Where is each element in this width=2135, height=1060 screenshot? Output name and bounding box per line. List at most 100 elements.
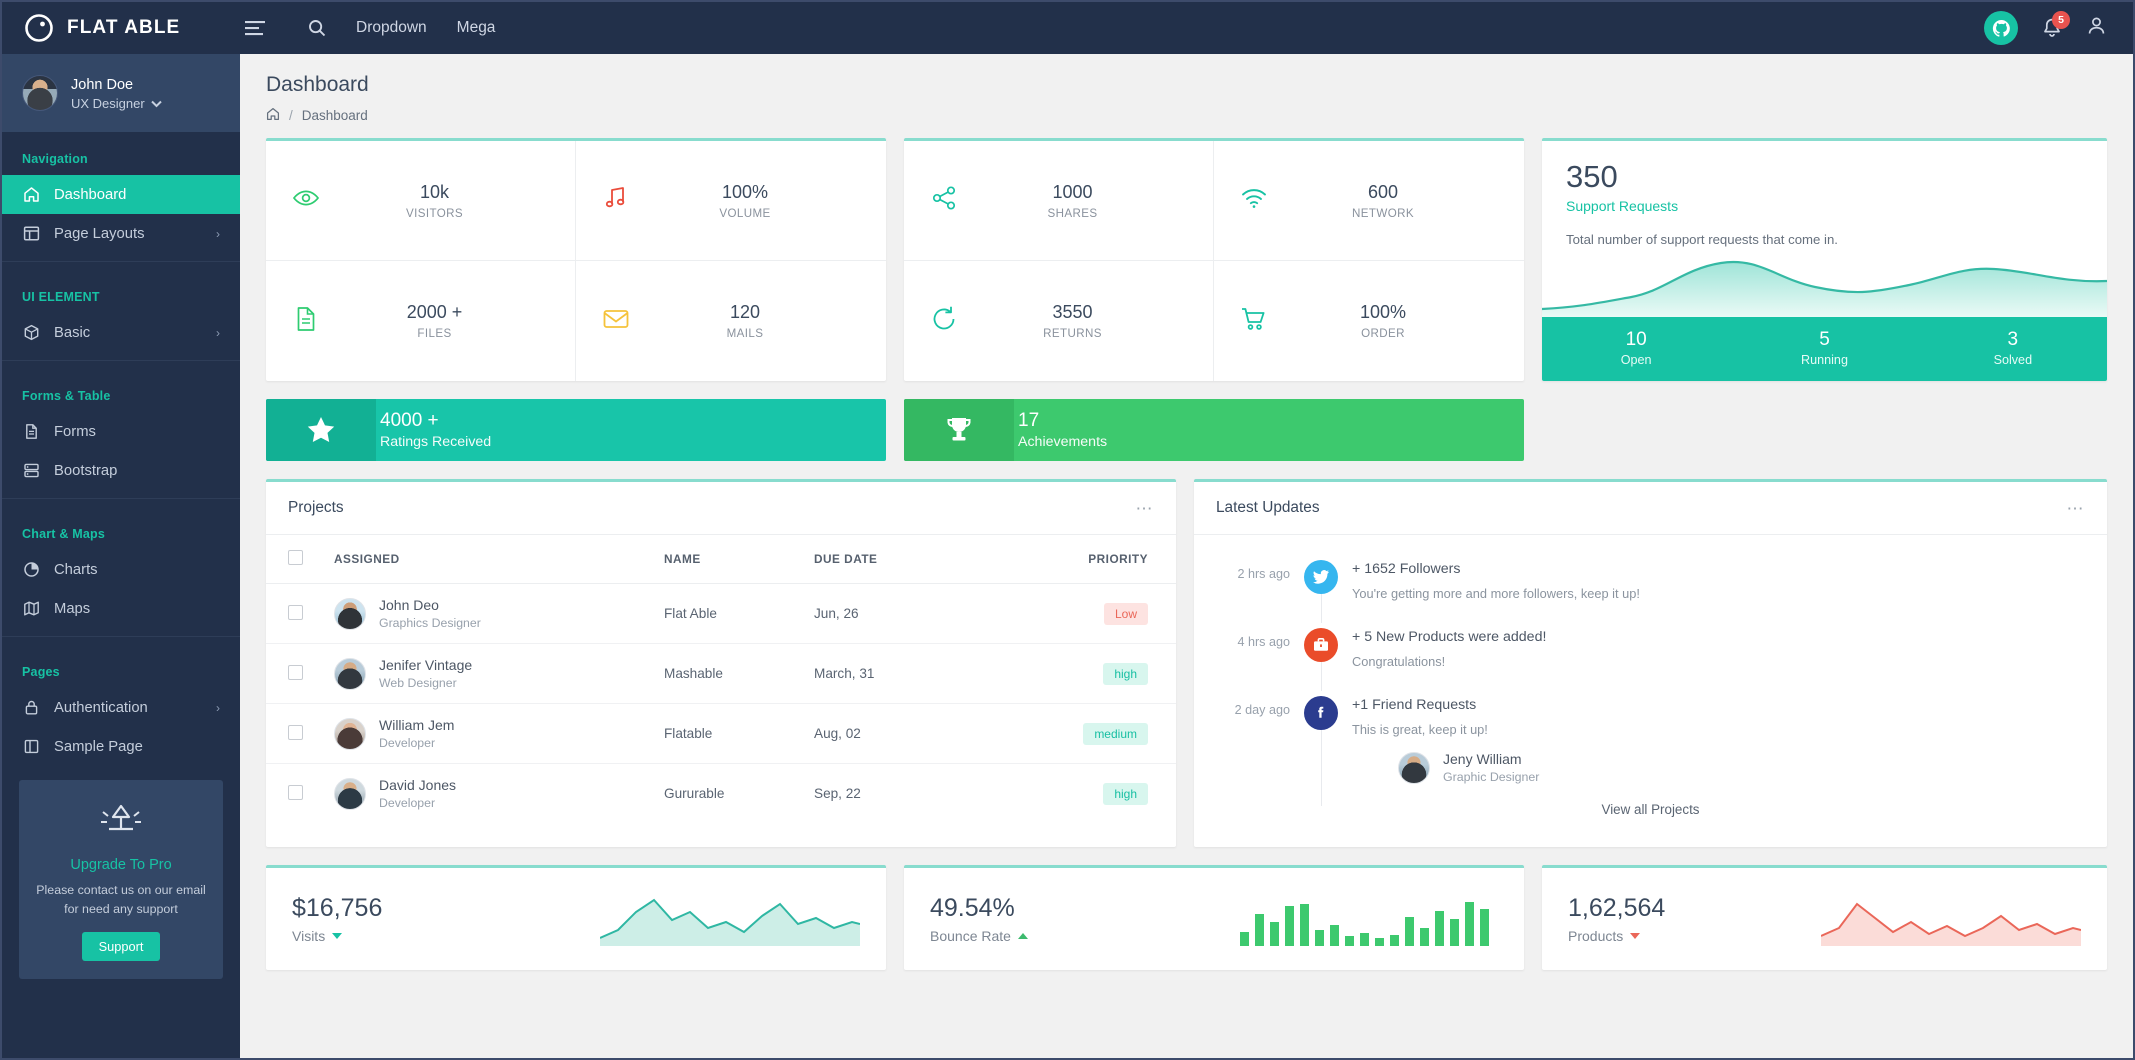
sidebar-item-bootstrap[interactable]: Bootstrap xyxy=(2,451,240,490)
nav-caption-chart-maps: Chart & Maps xyxy=(22,527,105,541)
sidebar-item-maps[interactable]: Maps xyxy=(2,589,240,628)
breadcrumb: / Dashboard xyxy=(266,107,2107,124)
visits-label-row: Visits xyxy=(292,928,382,944)
sidebar-user-profile[interactable]: John Doe UX Designer xyxy=(2,54,240,132)
mail-icon xyxy=(602,305,630,338)
trend-down-icon xyxy=(1630,933,1641,940)
notifications-bell-icon[interactable]: 5 xyxy=(2042,10,2070,39)
stat-order: 100% ORDER xyxy=(1214,261,1524,381)
list-item[interactable]: 2 hrs ago + 1652 Followers You're gettin… xyxy=(1216,555,2085,624)
updates-list: 2 hrs ago + 1652 Followers You're gettin… xyxy=(1194,535,2107,847)
support-top: 350 Support Requests Total number of sup… xyxy=(1542,141,2107,247)
list-item[interactable]: 2 day ago +1 Friend Requests This is gre… xyxy=(1216,691,2085,807)
achievements-banner-body: 17 Achievements xyxy=(1014,399,1524,461)
sidebar-item-basic[interactable]: Basic › xyxy=(2,313,240,352)
cart-icon xyxy=(1240,305,1268,338)
projects-table: ASSIGNED NAME DUE DATE PRIORITY John Deo… xyxy=(266,535,1176,823)
top-menu-dropdown[interactable]: Dropdown xyxy=(356,19,427,37)
banner-label: Achievements xyxy=(1018,434,1108,451)
table-row[interactable]: John Deo Graphics Designer Flat Able Jun… xyxy=(266,583,1176,645)
sidebar-item-label: Sample Page xyxy=(54,738,143,755)
bounce-label: Bounce Rate xyxy=(930,928,1011,945)
status-badge: high xyxy=(1103,662,1148,685)
row-select-cell xyxy=(266,643,324,705)
trend-down-icon xyxy=(332,933,343,940)
avatar xyxy=(334,717,366,750)
person-name: Jeny William xyxy=(1443,751,1522,768)
products-value: 1,62,564 xyxy=(1568,894,1666,923)
nav-caption-ui-element: UI ELEMENT xyxy=(22,290,100,304)
file-icon xyxy=(22,423,40,440)
stat-label: RETURNS xyxy=(1043,327,1102,341)
sidebar-item-label: Forms xyxy=(54,423,96,440)
view-all-projects-link[interactable]: View all Projects xyxy=(1216,788,2085,837)
table-row[interactable]: William Jem Developer Flatable Aug, 02 m… xyxy=(266,703,1176,765)
update-title: + 1652 Followers xyxy=(1352,561,1461,578)
update-subtitle: This is great, keep it up! xyxy=(1352,722,1488,738)
github-icon[interactable] xyxy=(1984,11,2018,45)
due-date-cell: March, 31 xyxy=(804,643,984,705)
row-checkbox[interactable] xyxy=(288,664,303,680)
status-badge: high xyxy=(1103,782,1148,805)
ratings-banner: 4000 + Ratings Received xyxy=(266,399,886,462)
column-assigned: ASSIGNED xyxy=(324,535,654,585)
file-icon xyxy=(292,305,320,338)
sidebar-item-page-layouts[interactable]: Page Layouts › xyxy=(2,214,240,253)
visits-label: Visits xyxy=(292,928,326,945)
eye-icon xyxy=(292,184,320,217)
map-icon xyxy=(22,600,40,617)
support-requests-chart xyxy=(1542,253,2107,318)
music-icon xyxy=(602,184,630,217)
table-row[interactable]: David Jones Developer Gururable Sep, 22 … xyxy=(266,764,1176,824)
sidebar-item-forms[interactable]: Forms xyxy=(2,412,240,451)
projects-more-options-icon[interactable]: ⋯ xyxy=(1136,500,1155,517)
update-text: +1 Friend Requests This is great, keep i… xyxy=(1352,691,2085,784)
banner-value: 17 xyxy=(1018,410,1040,432)
support-stat-label: Solved xyxy=(1993,353,2033,368)
row-checkbox[interactable] xyxy=(288,604,303,620)
sidebar-item-authentication[interactable]: Authentication › xyxy=(2,688,240,727)
row-checkbox[interactable] xyxy=(288,784,303,800)
user-account-icon[interactable] xyxy=(2086,15,2107,41)
support-description: Total number of support requests that co… xyxy=(1566,232,1838,248)
bottom-stats-row: $16,756 Visits 49.54% Bounce Rate 1,62,5… xyxy=(266,865,2107,971)
stat-value: 1000 xyxy=(1052,181,1093,202)
support-button[interactable]: Support xyxy=(81,932,161,962)
update-title: + 5 New Products were added! xyxy=(1352,629,1547,646)
assigned-cell: John Deo Graphics Designer xyxy=(324,583,654,645)
stat-value: 3550 xyxy=(1052,302,1093,323)
stat-network: 600 NETWORK xyxy=(1214,141,1524,262)
breadcrumb-item-dashboard[interactable]: Dashboard xyxy=(302,108,368,123)
sidebar-collapse-icon[interactable] xyxy=(244,19,266,37)
update-text: + 1652 Followers You're getting more and… xyxy=(1352,555,2085,601)
breadcrumb-separator: / xyxy=(289,108,293,123)
stat-label: FILES xyxy=(417,327,452,341)
sidebar: John Doe UX Designer Navigation Dashboar… xyxy=(2,54,240,1058)
stat-mails: 120 MAILS xyxy=(576,261,886,381)
row-checkbox[interactable] xyxy=(288,724,303,740)
sidebar-item-charts[interactable]: Charts xyxy=(2,550,240,589)
column-name: NAME xyxy=(654,535,804,585)
stat-value: 100% xyxy=(1359,302,1407,323)
upgrade-to-pro-card: Upgrade To Pro Please contact us on our … xyxy=(19,780,223,980)
search-icon[interactable] xyxy=(308,19,326,37)
select-all-checkbox[interactable] xyxy=(288,550,303,566)
sidebar-item-dashboard[interactable]: Dashboard xyxy=(2,175,240,214)
sidebar-item-sample-page[interactable]: Sample Page xyxy=(2,727,240,766)
panels-row: Projects ⋯ ASSIGNED NAME DUE DATE PRIORI… xyxy=(266,479,2107,848)
refresh-icon xyxy=(930,305,958,338)
person-role: Developer xyxy=(379,736,436,751)
updates-more-options-icon[interactable]: ⋯ xyxy=(2067,500,2086,517)
top-menu-mega[interactable]: Mega xyxy=(457,19,496,37)
home-icon[interactable] xyxy=(266,107,280,124)
table-row[interactable]: Jenifer Vintage Web Designer Mashable Ma… xyxy=(266,643,1176,705)
list-item[interactable]: 4 hrs ago + 5 New Products were added! C… xyxy=(1216,623,2085,692)
stats-row: 10k VISITORS 100% VOLUME 2000 + FILES 12… xyxy=(266,138,2107,382)
assigned-cell: Jenifer Vintage Web Designer xyxy=(324,643,654,705)
brand-name: FLAT ABLE xyxy=(67,17,181,38)
nav-caption-pages: Pages xyxy=(22,665,60,679)
products-label: Products xyxy=(1568,928,1624,945)
avatar xyxy=(334,777,366,810)
home-icon xyxy=(22,186,40,203)
stat-label: ORDER xyxy=(1361,327,1405,341)
